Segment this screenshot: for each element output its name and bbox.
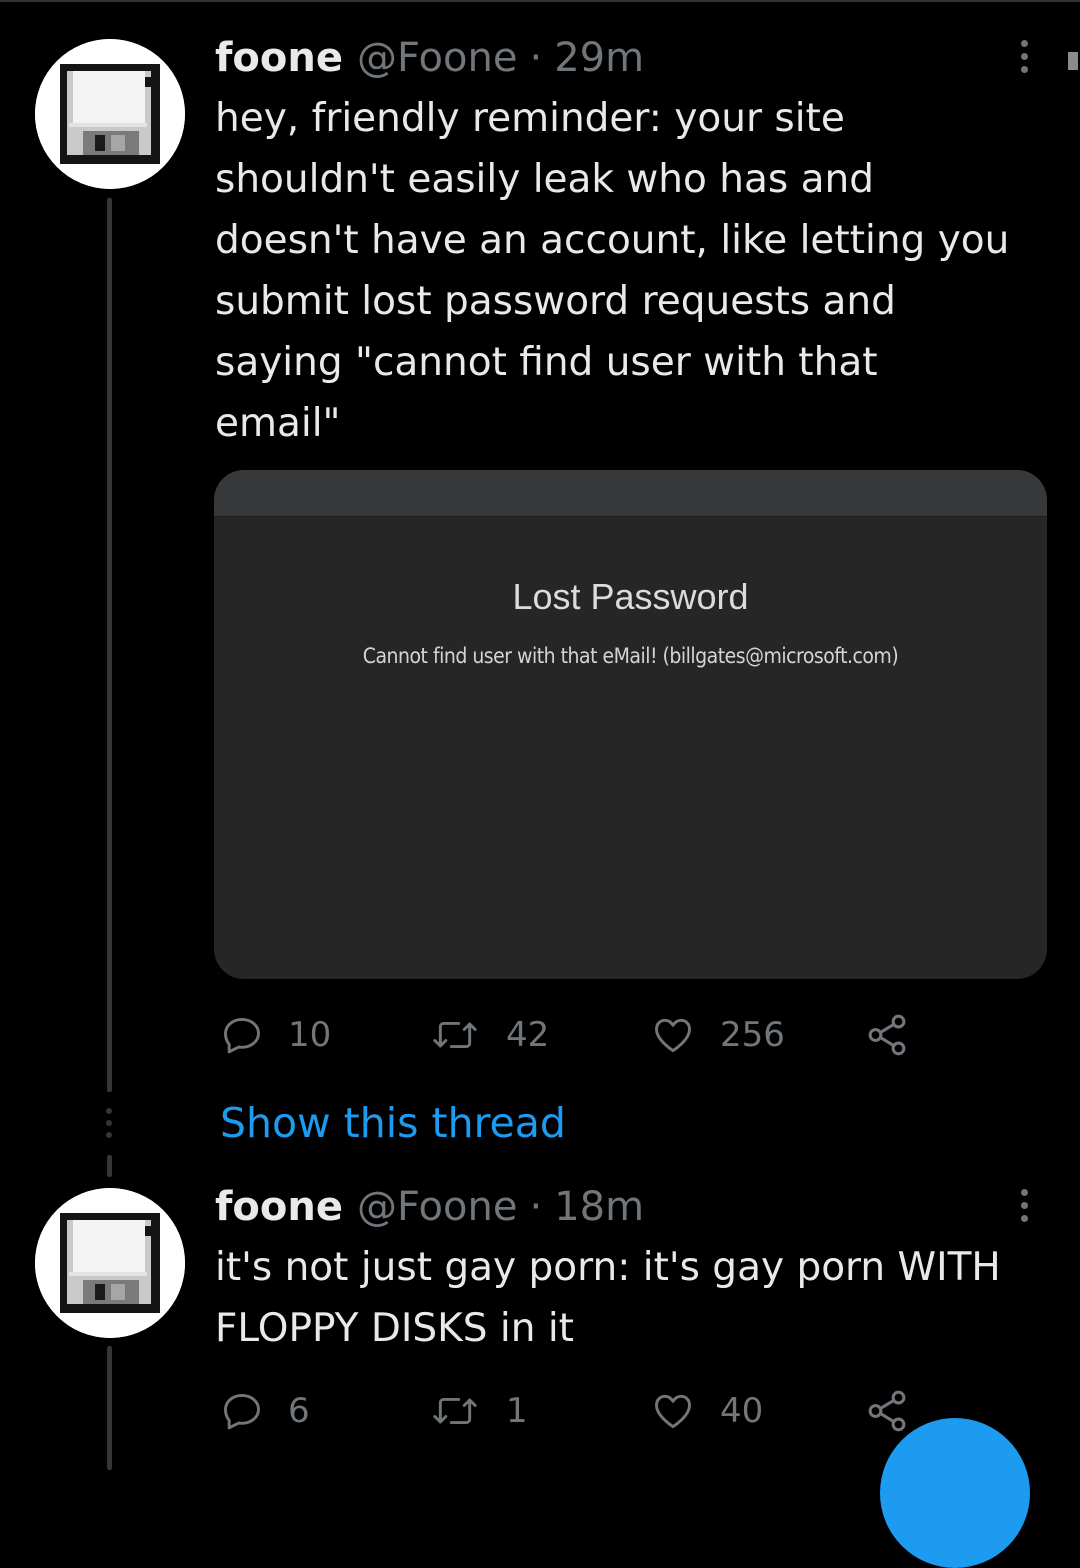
floppy-disk-icon (35, 39, 185, 189)
timestamp[interactable]: 29m (554, 35, 644, 81)
retweet-button[interactable]: 1 (428, 1386, 528, 1436)
thread-connector (107, 198, 112, 1092)
more-vertical-icon[interactable] (1010, 36, 1038, 76)
retweet-count: 1 (506, 1391, 528, 1431)
heart-icon (655, 1018, 691, 1053)
retweet-icon (433, 1397, 477, 1425)
reply-icon (224, 1017, 260, 1054)
like-count: 40 (720, 1391, 764, 1431)
compose-button[interactable] (880, 1418, 1030, 1568)
reply-button[interactable]: 10 (220, 1010, 331, 1060)
tweet-meta: @Foone · 18m (357, 1183, 644, 1231)
media-message: Cannot find user with that eMail! (billg… (362, 644, 899, 668)
retweet-count: 42 (506, 1015, 550, 1055)
tweet-header: foone @Foone · 29m (215, 34, 644, 82)
handle[interactable]: @Foone (357, 35, 518, 81)
tweet-media-image[interactable]: Lost Password Cannot find user with that… (214, 470, 1047, 979)
tweet-actions: 10 42 256 (0, 1010, 1080, 1060)
like-count: 256 (720, 1015, 785, 1055)
display-name[interactable]: foone (215, 34, 343, 82)
reply-button[interactable]: 6 (220, 1386, 310, 1436)
retweet-icon (433, 1021, 477, 1049)
show-thread-link[interactable]: Show this thread (220, 1097, 566, 1149)
like-button[interactable]: 40 (650, 1386, 763, 1436)
media-title: Lost Password (512, 576, 749, 617)
handle[interactable]: @Foone (357, 1184, 518, 1230)
meta-separator: · (529, 1184, 543, 1230)
avatar[interactable] (35, 1188, 185, 1338)
tweet-text: it's not just gay porn: it's gay porn WI… (215, 1245, 1001, 1351)
share-button[interactable] (864, 1386, 910, 1436)
tweet-header: foone @Foone · 18m (215, 1183, 644, 1231)
tweet-text: hey, friendly reminder: your site should… (215, 96, 1010, 446)
top-divider (0, 0, 1080, 2)
reply-icon (224, 1393, 260, 1430)
reply-count: 10 (288, 1015, 332, 1055)
like-button[interactable]: 256 (650, 1010, 785, 1060)
display-name[interactable]: foone (215, 1183, 343, 1231)
share-icon (868, 1014, 906, 1056)
scrollbar-thumb[interactable] (1068, 52, 1078, 70)
retweet-button[interactable]: 42 (428, 1010, 549, 1060)
reply-count: 6 (288, 1391, 310, 1431)
share-button[interactable] (864, 1010, 910, 1060)
meta-separator: · (529, 35, 543, 81)
media-toolbar (214, 470, 1047, 517)
floppy-disk-icon (35, 1188, 185, 1338)
thread-gap-indicator (106, 1108, 113, 1140)
share-icon (868, 1390, 906, 1432)
thread-connector (107, 1155, 112, 1177)
timestamp[interactable]: 18m (554, 1184, 644, 1230)
more-vertical-icon[interactable] (1010, 1185, 1038, 1225)
tweet-meta: @Foone · 29m (357, 34, 644, 82)
heart-icon (655, 1394, 691, 1429)
avatar[interactable] (35, 39, 185, 189)
